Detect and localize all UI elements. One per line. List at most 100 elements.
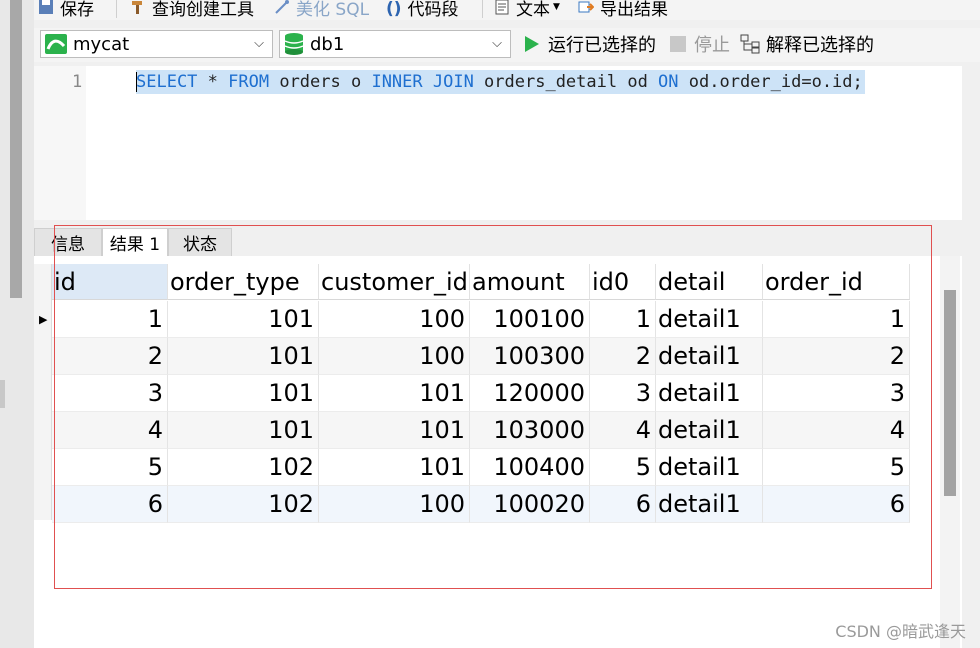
sql-code-line[interactable]: SELECT * FROM orders o INNER JOIN orders… bbox=[136, 70, 865, 94]
database-select[interactable]: db1 ⌵ bbox=[279, 30, 511, 58]
result-tabs: 信息 结果 1 状态 bbox=[34, 226, 962, 256]
tab-result-1[interactable]: 结果 1 bbox=[102, 228, 168, 256]
column-header-order-id[interactable]: order_id bbox=[763, 264, 910, 300]
hammer-icon bbox=[130, 0, 146, 15]
current-row-marker-icon: ▶ bbox=[39, 313, 48, 326]
beautify-sql-button[interactable]: 美化 SQL bbox=[274, 0, 370, 20]
table-cell[interactable]: 100100 bbox=[470, 301, 590, 338]
table-cell[interactable]: detail1 bbox=[656, 301, 763, 338]
tab-info-label: 信息 bbox=[51, 235, 85, 255]
table-cell[interactable]: 1 bbox=[52, 301, 168, 338]
brackets-icon: () bbox=[386, 0, 402, 19]
export-results-button[interactable]: 导出结果 bbox=[578, 0, 668, 20]
snippet-button[interactable]: () 代码段 bbox=[386, 0, 459, 20]
explain-selected-button[interactable]: 解释已选择的 bbox=[740, 30, 874, 58]
table-cell[interactable]: detail1 bbox=[656, 375, 763, 412]
table-cell[interactable]: 6 bbox=[763, 486, 910, 523]
left-scrollbar-thumb[interactable] bbox=[10, 0, 22, 298]
table-cell[interactable]: 100 bbox=[319, 486, 470, 523]
tab-status[interactable]: 状态 bbox=[168, 228, 232, 256]
table-cell[interactable]: 2 bbox=[590, 338, 656, 375]
line-number: 1 bbox=[72, 72, 83, 92]
tab-info[interactable]: 信息 bbox=[34, 228, 102, 256]
panel-splitter-handle[interactable] bbox=[0, 380, 5, 408]
result-grid[interactable]: id order_type customer_id amount id0 detail or… bbox=[34, 256, 962, 648]
run-selected-button[interactable]: 运行已选择的 bbox=[524, 30, 656, 58]
column-header-detail[interactable]: detail bbox=[656, 264, 763, 300]
explain-tree-icon bbox=[740, 34, 762, 54]
tab-status-label: 状态 bbox=[183, 235, 217, 255]
table-cell[interactable]: 102 bbox=[168, 486, 319, 523]
table-cell[interactable]: 4 bbox=[763, 412, 910, 449]
table-cell[interactable]: 100020 bbox=[470, 486, 590, 523]
table-cell[interactable]: 103000 bbox=[470, 412, 590, 449]
table-cell[interactable]: 1 bbox=[763, 301, 910, 338]
table-cell[interactable]: detail1 bbox=[656, 486, 763, 523]
main-toolbar: 保存 查询创建工具 美化 SQL () 代码段 文本 ▼ 导出结果 bbox=[34, 0, 980, 20]
query-builder-label: 查询创建工具 bbox=[152, 0, 254, 20]
query-builder-button[interactable]: 查询创建工具 bbox=[130, 0, 254, 20]
column-header-id0[interactable]: id0 bbox=[590, 264, 656, 300]
table-cell[interactable]: 3 bbox=[590, 375, 656, 412]
table-cell[interactable]: 2 bbox=[763, 338, 910, 375]
column-header-id[interactable]: id bbox=[52, 264, 168, 300]
table-cell[interactable]: 101 bbox=[319, 412, 470, 449]
sql-keyword: FROM bbox=[228, 72, 270, 92]
sql-editor[interactable]: 1 SELECT * FROM orders o INNER JOIN orde… bbox=[34, 66, 962, 220]
database-value: db1 bbox=[310, 33, 345, 55]
text-mode-button[interactable]: 文本 ▼ bbox=[494, 0, 560, 20]
table-cell[interactable]: 100 bbox=[319, 301, 470, 338]
save-icon bbox=[38, 0, 54, 15]
stop-label: 停止 bbox=[694, 35, 730, 56]
text-caret bbox=[136, 72, 137, 92]
stop-icon bbox=[670, 36, 686, 52]
table-cell[interactable]: 101 bbox=[319, 375, 470, 412]
table-cell[interactable]: detail1 bbox=[656, 412, 763, 449]
table-cell[interactable]: 6 bbox=[52, 486, 168, 523]
table-cell[interactable]: 101 bbox=[168, 338, 319, 375]
table-cell[interactable]: 3 bbox=[763, 375, 910, 412]
sql-keyword: INNER JOIN bbox=[371, 72, 474, 92]
watermark: CSDN @暗武逢天 bbox=[835, 622, 966, 641]
editor-side-gap bbox=[962, 66, 980, 220]
connection-select[interactable]: mycat ⌵ bbox=[40, 30, 273, 58]
table-cell[interactable]: 100400 bbox=[470, 449, 590, 486]
table-cell[interactable]: 4 bbox=[590, 412, 656, 449]
table-cell[interactable]: 5 bbox=[52, 449, 168, 486]
play-icon bbox=[524, 35, 540, 53]
text-mode-label: 文本 bbox=[516, 0, 550, 20]
export-results-label: 导出结果 bbox=[600, 0, 668, 20]
stop-button[interactable]: 停止 bbox=[670, 30, 730, 58]
table-cell[interactable]: 101 bbox=[168, 375, 319, 412]
dropdown-arrow-icon: ▼ bbox=[553, 2, 560, 12]
table-cell[interactable]: 3 bbox=[52, 375, 168, 412]
table-cell[interactable]: 2 bbox=[52, 338, 168, 375]
table-cell[interactable]: 5 bbox=[590, 449, 656, 486]
save-button[interactable]: 保存 bbox=[38, 0, 94, 20]
table-cell[interactable]: 101 bbox=[168, 412, 319, 449]
table-cell[interactable]: 1 bbox=[590, 301, 656, 338]
table-cell[interactable]: detail1 bbox=[656, 338, 763, 375]
toolbar-divider bbox=[116, 0, 117, 18]
run-selected-label: 运行已选择的 bbox=[548, 35, 656, 56]
table-cell[interactable]: 5 bbox=[763, 449, 910, 486]
sql-text: orders_detail od bbox=[473, 72, 659, 92]
column-header-amount[interactable]: amount bbox=[470, 264, 590, 300]
beautify-sql-label: 美化 SQL bbox=[296, 0, 370, 20]
export-icon bbox=[578, 0, 595, 15]
connection-toolbar: mycat ⌵ db1 ⌵ 运行已选择的 停止 解释已选择的 bbox=[34, 28, 980, 62]
table-cell[interactable]: 100 bbox=[319, 338, 470, 375]
grid-scrollbar-thumb[interactable] bbox=[944, 290, 956, 496]
sql-keyword: ON bbox=[658, 72, 679, 92]
table-cell[interactable]: 4 bbox=[52, 412, 168, 449]
table-cell[interactable]: 101 bbox=[319, 449, 470, 486]
toolbar-divider bbox=[482, 0, 483, 18]
column-header-customer-id[interactable]: customer_id bbox=[319, 264, 470, 300]
table-cell[interactable]: 120000 bbox=[470, 375, 590, 412]
table-cell[interactable]: 6 bbox=[590, 486, 656, 523]
table-cell[interactable]: detail1 bbox=[656, 449, 763, 486]
table-cell[interactable]: 102 bbox=[168, 449, 319, 486]
table-cell[interactable]: 101 bbox=[168, 301, 319, 338]
column-header-order-type[interactable]: order_type bbox=[168, 264, 319, 300]
table-cell[interactable]: 100300 bbox=[470, 338, 590, 375]
